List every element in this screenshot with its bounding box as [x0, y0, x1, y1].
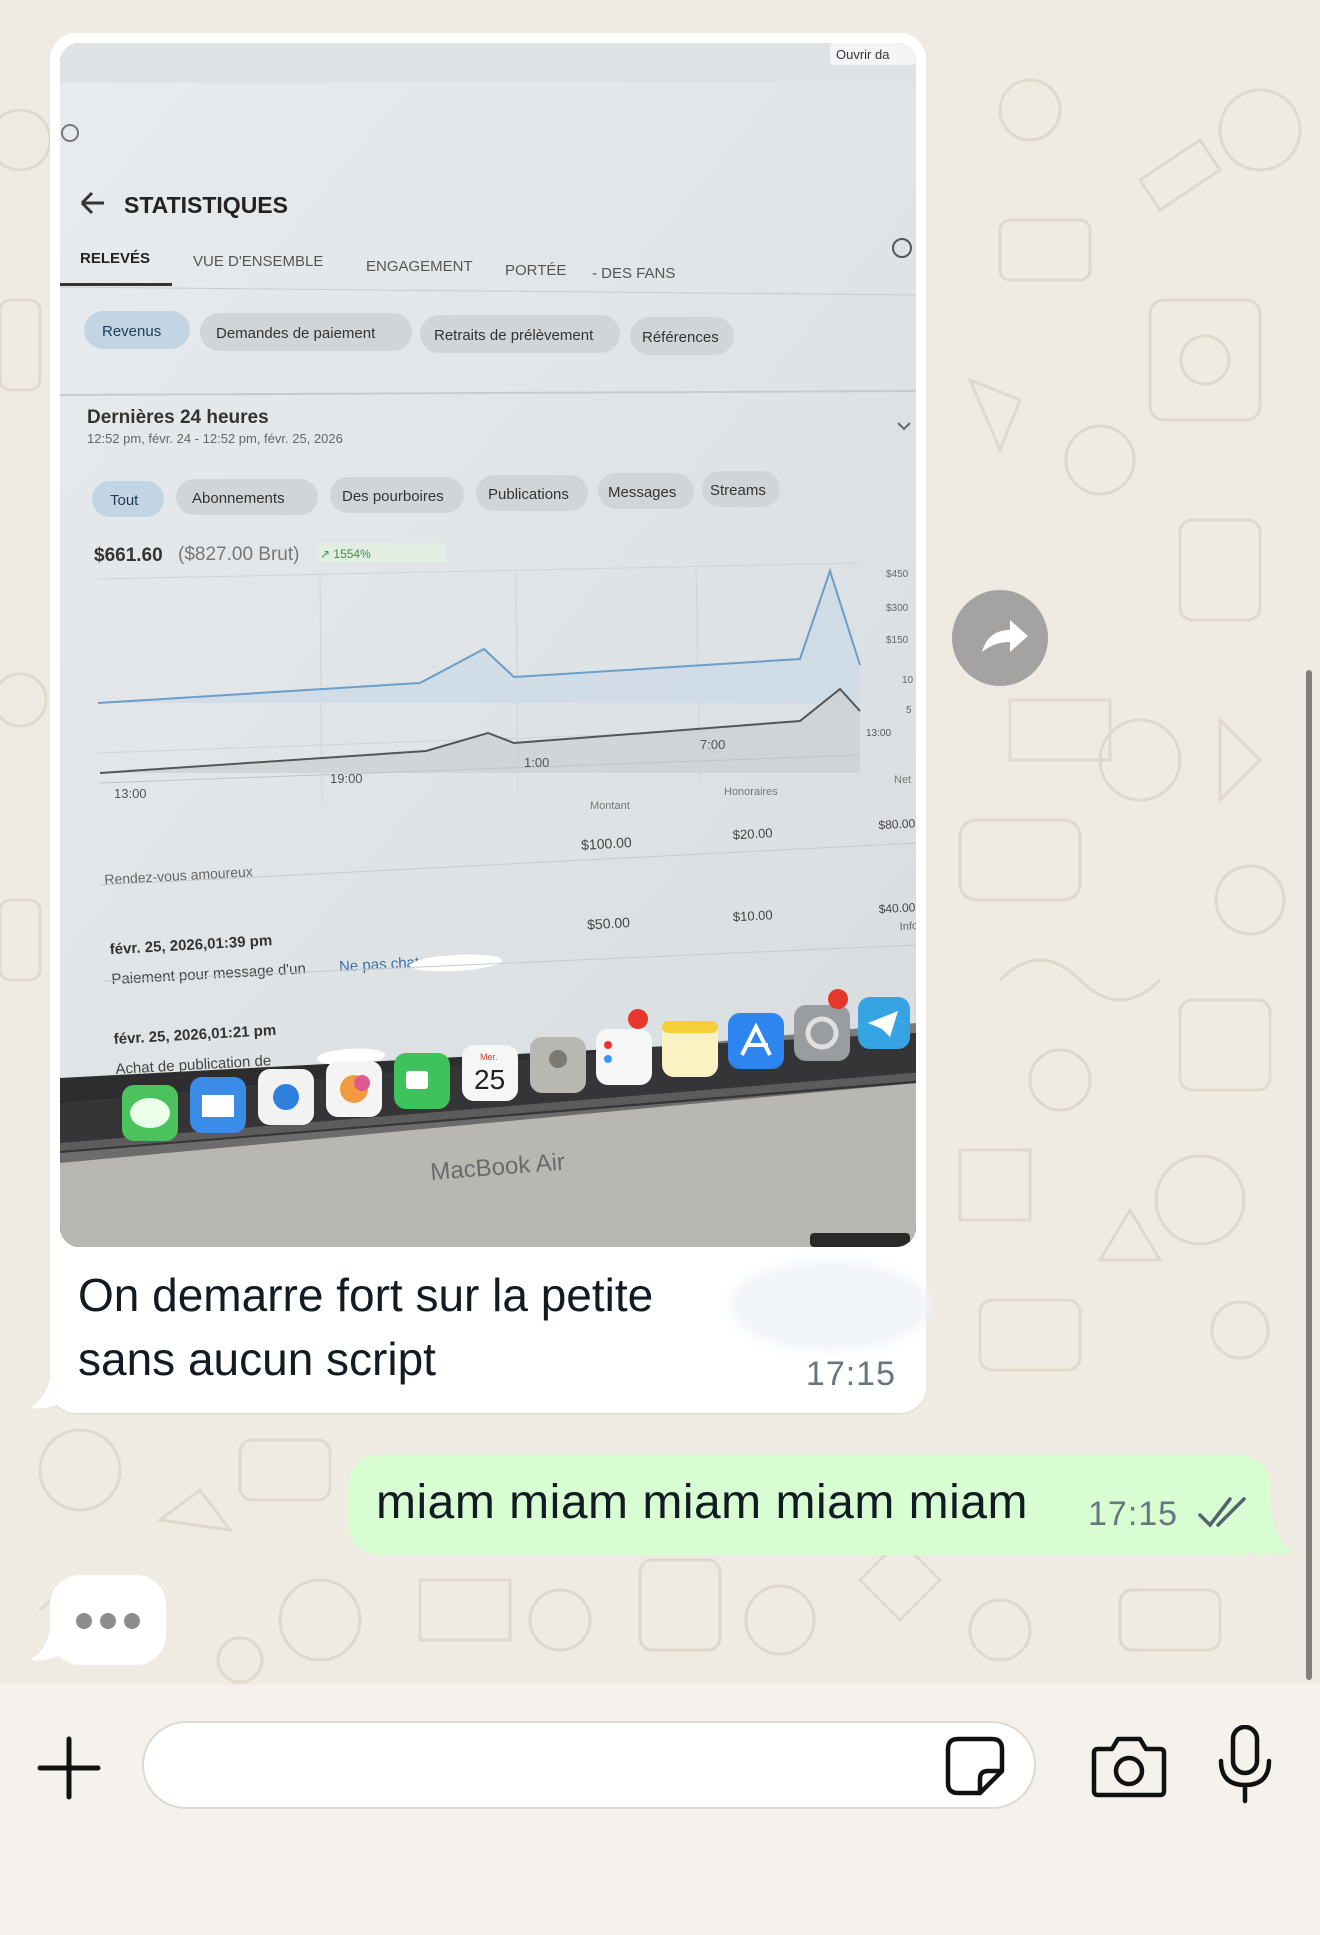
y-tick-150: $150 [886, 635, 909, 646]
tab-fans: - DES FANS [592, 265, 675, 282]
period-title: Dernières 24 heures [87, 407, 269, 428]
x-tick-100: 1:00 [524, 755, 549, 770]
row2-fee: $10.00 [733, 907, 774, 924]
tab-reach: PORTÉE [505, 262, 566, 279]
chip-publications: Publications [488, 486, 569, 503]
screenshot-photo[interactable]: Ouvrir da STATISTIQUES RELEVÉS VUE D'ENS… [60, 43, 916, 1247]
x-tick-700: 7:00 [700, 737, 725, 752]
camera-icon[interactable] [1090, 1733, 1168, 1799]
typing-indicator [50, 1575, 166, 1665]
row1-net: $80.00 [878, 816, 916, 832]
caption-redaction [730, 1261, 930, 1351]
row1-fee: $20.00 [732, 825, 773, 842]
tab-overview: VUE D'ENSEMBLE [193, 253, 323, 270]
row2-amount: $50.00 [587, 914, 631, 932]
typing-dot [76, 1613, 92, 1629]
header-net: Net [894, 774, 911, 786]
sticker-icon[interactable] [944, 1735, 1006, 1797]
tab-releves: RELEVÉS [80, 250, 150, 267]
chip-tout: Tout [110, 492, 139, 509]
chip-tips: Des pourboires [342, 488, 444, 505]
header-fees: Honoraires [724, 786, 778, 798]
x-tick-1900: 19:00 [330, 771, 363, 786]
outgoing-message-bubble[interactable]: miam miam miam miam miam 17:15 [348, 1455, 1270, 1555]
gross-total: ($827.00 Brut) [178, 544, 299, 565]
x-tick-1300a: 13:00 [114, 786, 147, 801]
chip-references: Références [642, 329, 719, 346]
typing-dot [124, 1613, 140, 1629]
forward-button[interactable] [952, 590, 1048, 686]
chip-payment-requests: Demandes de paiement [216, 325, 376, 342]
row1-amount: $100.00 [581, 834, 633, 853]
ouvrir-label: Ouvrir da [836, 47, 890, 62]
calendar-month: Mer. [480, 1052, 498, 1062]
chip-messages: Messages [608, 484, 676, 501]
double-check-icon [1198, 1497, 1246, 1528]
tab-engagement: ENGAGEMENT [366, 258, 473, 275]
period-range: 12:52 pm, févr. 24 - 12:52 pm, févr. 25,… [87, 431, 343, 446]
chip-withdrawals: Retraits de prélèvement [434, 327, 594, 344]
notification-badge [628, 1009, 648, 1029]
incoming-timestamp: 17:15 [805, 1355, 896, 1393]
app-store-icon [728, 1013, 784, 1069]
row2-net: $40.00 [878, 900, 916, 916]
reminders-app-icon [596, 1029, 652, 1085]
active-tab-underline [60, 283, 172, 286]
y-tick-450: $450 [886, 569, 909, 580]
message-composer [0, 1685, 1320, 1935]
notification-badge [828, 989, 848, 1009]
growth-badge: ↗ 1554% [320, 547, 371, 561]
settings-app-icon [794, 1005, 850, 1061]
header-amount: Montant [590, 800, 630, 812]
message-caption: On demarre fort sur la petite sans aucun… [78, 1263, 778, 1391]
statistics-title: STATISTIQUES [124, 192, 288, 218]
net-total: $661.60 [94, 545, 163, 566]
y-tick-5: 5 [906, 705, 912, 716]
plus-icon[interactable] [36, 1735, 102, 1801]
row2-extra: Info [899, 920, 916, 933]
typing-dot [100, 1613, 116, 1629]
y-tick-300: $300 [886, 603, 909, 614]
y-tick-10: 10 [902, 675, 914, 686]
incoming-message-bubble[interactable]: Ouvrir da STATISTIQUES RELEVÉS VUE D'ENS… [50, 33, 930, 1413]
forward-arrow-icon [982, 620, 1028, 652]
caption-line-1: On demarre fort sur la petite [78, 1269, 654, 1321]
chip-revenus: Revenus [102, 323, 161, 340]
microphone-icon[interactable] [1216, 1725, 1274, 1805]
chip-subscriptions: Abonnements [192, 490, 285, 507]
x-tick-1300b: 13:00 [866, 728, 891, 739]
caption-line-2: sans aucun script [78, 1333, 436, 1385]
message-input[interactable] [142, 1721, 1036, 1809]
calendar-day: 25 [474, 1064, 505, 1095]
outgoing-timestamp: 17:15 [1088, 1495, 1179, 1533]
outgoing-message-text: miam miam miam miam miam [376, 1476, 1028, 1529]
chip-streams: Streams [710, 482, 766, 499]
scrollbar[interactable] [1306, 670, 1312, 1680]
